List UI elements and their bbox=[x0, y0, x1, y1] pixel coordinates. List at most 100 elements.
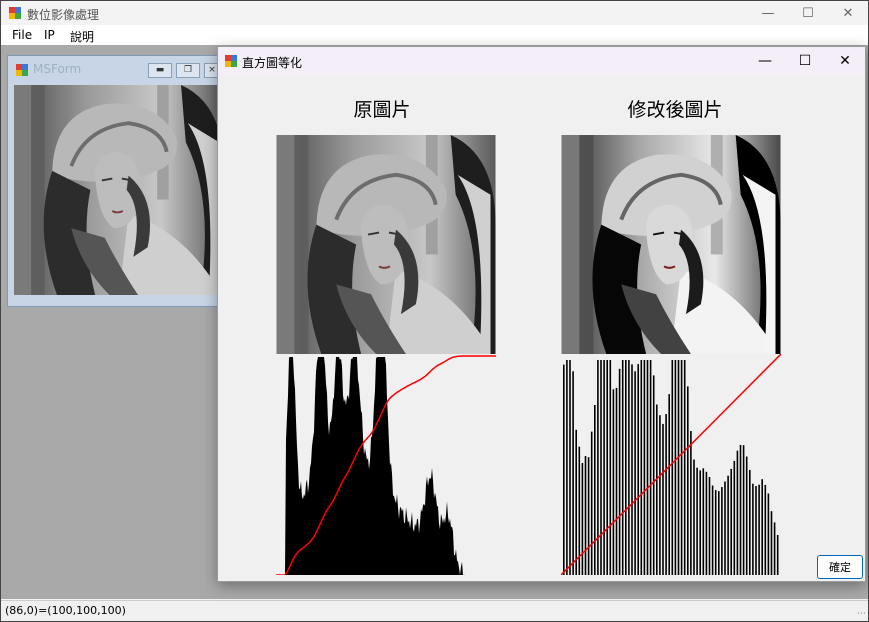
ok-button[interactable]: 確定 bbox=[817, 555, 863, 579]
histogram-bar bbox=[652, 375, 655, 575]
histogram-bar bbox=[659, 415, 661, 575]
histogram-bar bbox=[764, 484, 767, 575]
histogram-bar bbox=[677, 360, 680, 575]
histogram-bar bbox=[680, 360, 683, 575]
histogram-bar bbox=[749, 469, 751, 575]
histogram-bar bbox=[696, 467, 698, 575]
histogram-bar bbox=[721, 487, 723, 575]
maximize-button[interactable]: ☐ bbox=[788, 1, 828, 25]
msform-restore-button[interactable]: ❐ bbox=[176, 63, 200, 78]
histogram-bar bbox=[711, 485, 714, 575]
histogram-bar bbox=[649, 360, 652, 575]
histogram-bar bbox=[656, 404, 658, 575]
histogram-bar bbox=[699, 470, 701, 575]
msform-icon bbox=[16, 64, 28, 76]
histogram-bar bbox=[718, 491, 720, 575]
modified-image-heading: 修改後圖片 bbox=[627, 99, 723, 121]
histogram-bar bbox=[584, 456, 587, 575]
histogram-bar bbox=[625, 360, 627, 575]
histogram-bar bbox=[631, 364, 633, 575]
histogram-bar bbox=[575, 429, 577, 575]
window-title: 數位影像處理 bbox=[27, 8, 100, 22]
histogram-dialog: 直方圖等化 — ☐ ✕ 原圖片 修改後圖片 確定 bbox=[217, 46, 866, 582]
histogram-bar bbox=[662, 423, 664, 575]
histogram-bar bbox=[637, 364, 639, 575]
histogram-bar bbox=[671, 360, 674, 575]
histogram-bar bbox=[705, 471, 708, 575]
status-bar: (86,0)=(100,100,100) ⋯ bbox=[1, 600, 868, 621]
menu-help[interactable]: 說明 bbox=[70, 28, 94, 45]
histogram-bar bbox=[590, 431, 593, 575]
title-bar: 數位影像處理 — ☐ ✕ bbox=[1, 1, 868, 25]
histogram-bar bbox=[665, 414, 667, 575]
histogram-bar bbox=[727, 475, 729, 575]
modified-histogram bbox=[561, 354, 781, 575]
histogram-bar bbox=[615, 387, 618, 575]
histogram-bar bbox=[569, 360, 571, 575]
histogram-bar bbox=[761, 479, 763, 575]
close-button[interactable]: ✕ bbox=[828, 1, 868, 25]
original-image-heading: 原圖片 bbox=[353, 99, 411, 121]
histogram-bar bbox=[693, 459, 695, 575]
histogram-bar bbox=[745, 456, 748, 575]
histogram-bar bbox=[755, 486, 757, 575]
histogram-bar bbox=[742, 445, 745, 575]
histogram-bar bbox=[683, 360, 686, 575]
dialog-title: 直方圖等化 bbox=[242, 56, 303, 70]
histogram-bar bbox=[724, 481, 726, 575]
histogram-bar bbox=[612, 389, 615, 575]
minimize-button[interactable]: — bbox=[748, 1, 788, 25]
histogram-bar bbox=[758, 484, 760, 575]
original-histogram bbox=[276, 355, 496, 575]
histogram-bar bbox=[770, 511, 773, 575]
msform-minimize-button[interactable]: ▬ bbox=[148, 63, 172, 78]
histogram-bar bbox=[730, 468, 732, 575]
dialog-close-button[interactable]: ✕ bbox=[825, 49, 865, 73]
histogram-bar bbox=[773, 522, 776, 575]
modified-image bbox=[561, 135, 781, 354]
histogram-bar bbox=[702, 468, 705, 575]
dialog-icon bbox=[225, 55, 237, 67]
histogram-bar bbox=[634, 371, 636, 575]
histogram-bar bbox=[597, 360, 599, 575]
histogram-bar bbox=[736, 450, 739, 575]
histogram-bar bbox=[643, 360, 646, 575]
histogram-bar bbox=[603, 360, 605, 575]
histogram-bar bbox=[594, 405, 596, 575]
histogram-bar bbox=[563, 364, 565, 575]
msform-title: MSForm bbox=[33, 62, 82, 76]
histogram-bar bbox=[733, 460, 736, 575]
histogram-bar bbox=[752, 483, 754, 575]
app-icon bbox=[9, 7, 21, 19]
dialog-title-bar: 直方圖等化 — ☐ ✕ bbox=[218, 47, 865, 75]
msform-window[interactable]: MSForm ▬ ❐ × bbox=[7, 55, 229, 307]
histogram-bar bbox=[600, 360, 602, 575]
histogram-bar bbox=[690, 431, 692, 575]
menu-file[interactable]: File bbox=[12, 28, 32, 42]
histogram-bar bbox=[646, 360, 649, 575]
histogram-bar bbox=[587, 457, 590, 575]
histogram-bar bbox=[714, 490, 717, 575]
dialog-minimize-button[interactable]: — bbox=[745, 49, 785, 73]
histogram-bar bbox=[606, 360, 608, 575]
histogram-bar bbox=[767, 493, 770, 575]
resize-grip-icon[interactable]: ⋯ bbox=[857, 609, 866, 619]
histogram-bar bbox=[566, 360, 568, 575]
histogram-bar bbox=[581, 463, 584, 575]
original-image bbox=[276, 135, 496, 354]
histogram-bar bbox=[621, 360, 624, 575]
pixel-status: (86,0)=(100,100,100) bbox=[5, 604, 126, 617]
histogram-bar bbox=[618, 368, 621, 575]
histogram-bar bbox=[776, 535, 779, 575]
menu-ip[interactable]: IP bbox=[44, 28, 55, 42]
histogram-bar bbox=[609, 360, 612, 575]
histogram-bar bbox=[687, 386, 689, 575]
histogram-bar bbox=[739, 445, 742, 575]
histogram-bar bbox=[708, 477, 711, 575]
msform-image bbox=[14, 83, 224, 297]
dialog-maximize-button[interactable]: ☐ bbox=[785, 49, 825, 73]
histogram-bar bbox=[668, 394, 670, 575]
menu-bar: File IP 說明 bbox=[1, 25, 868, 45]
histogram-bar bbox=[628, 360, 630, 575]
histogram-bar bbox=[674, 360, 677, 575]
